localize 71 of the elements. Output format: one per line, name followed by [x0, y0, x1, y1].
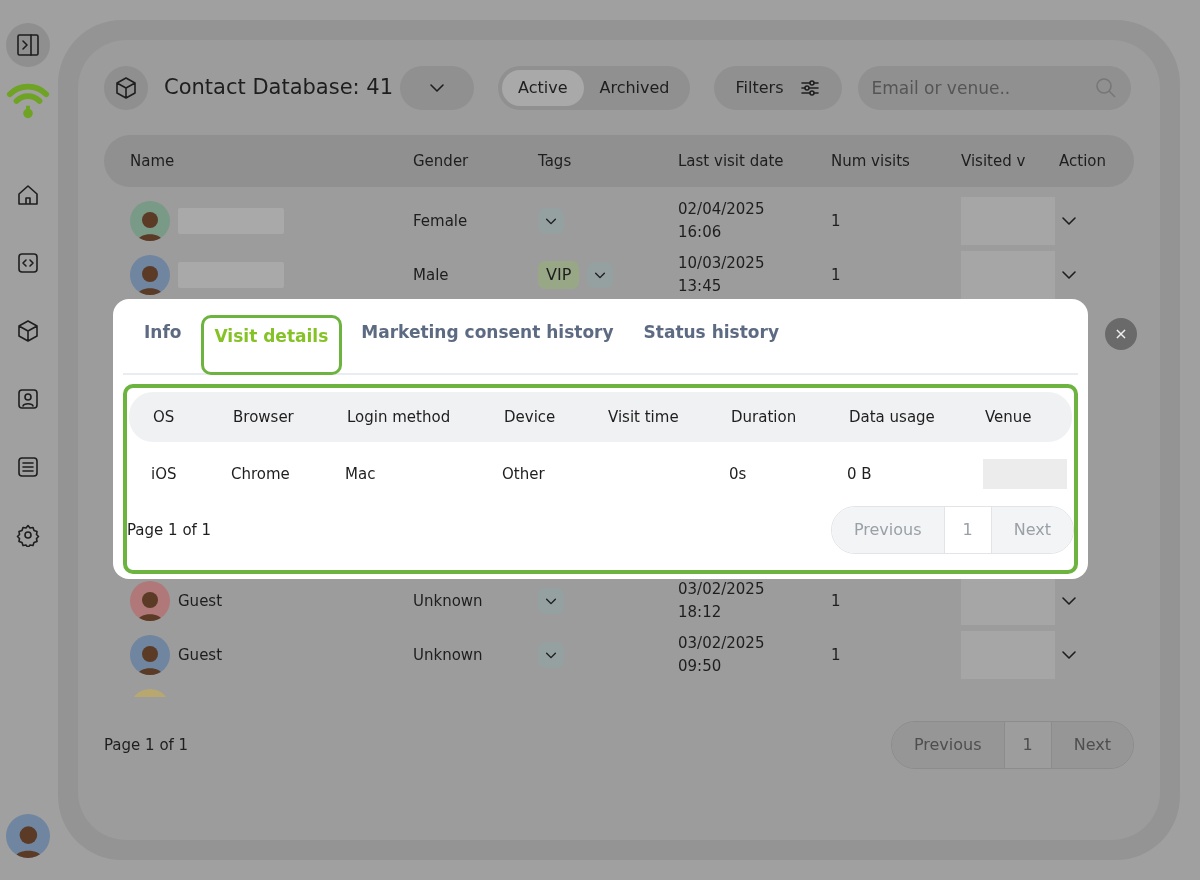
next-button[interactable]: Next — [991, 507, 1073, 553]
column-header: Name — [130, 150, 176, 172]
contact-card-icon[interactable] — [16, 387, 40, 411]
segment-tab[interactable]: Active — [502, 70, 584, 106]
column-header: Tags — [538, 150, 573, 172]
tags-dropdown-button[interactable] — [538, 208, 564, 234]
page-title: Contact Database: 41 — [164, 74, 395, 102]
page-info: Page 1 of 1 — [127, 519, 212, 541]
cube-icon — [114, 76, 138, 100]
column-header: Visit time — [608, 406, 680, 428]
settings-icon[interactable] — [16, 523, 40, 547]
column-header: Device — [504, 406, 557, 428]
column-header: Duration — [731, 406, 798, 428]
date-text: 10/03/2025 — [678, 252, 766, 274]
visits-count: 1 — [831, 264, 842, 286]
column-header: Data usage — [849, 406, 936, 428]
time-text: 09:50 — [678, 656, 723, 677]
sliders-icon — [799, 79, 820, 97]
segment-tab[interactable]: Archived — [583, 70, 686, 106]
column-header: Visited v — [961, 150, 1027, 172]
tags-dropdown-button[interactable] — [538, 588, 564, 614]
column-header: Last visit date — [678, 150, 785, 172]
table-cell-text: iOS — [151, 463, 178, 485]
user-avatar — [6, 814, 50, 858]
table-cell-text: 0 B — [847, 463, 873, 485]
date-text: 03/02/2025 — [678, 632, 766, 654]
gender-text: Female — [413, 210, 469, 232]
gender-text: Male — [413, 264, 450, 286]
time-text: 16:06 — [678, 222, 723, 243]
previous-button[interactable]: Previous — [891, 722, 1004, 768]
time-text: 18:12 — [678, 602, 723, 623]
page-number-button[interactable]: 1 — [943, 507, 992, 553]
table-cell-text: Chrome — [231, 463, 291, 485]
table-cell-text: Other — [502, 463, 546, 485]
table-cell-text: Mac — [345, 463, 377, 485]
cube-icon[interactable] — [16, 319, 40, 343]
dialog-tab[interactable]: Status history — [632, 313, 790, 375]
column-header: Login method — [347, 406, 452, 428]
previous-button[interactable]: Previous — [831, 507, 944, 553]
column-header: Action — [1059, 150, 1107, 172]
gender-text: Unknown — [413, 590, 484, 612]
tag: VIP — [538, 261, 580, 289]
filters-button[interactable]: Filters — [713, 66, 842, 110]
column-header: Venue — [985, 406, 1033, 428]
list-icon[interactable] — [16, 455, 40, 479]
code-icon[interactable] — [16, 251, 40, 275]
time-text: 13:45 — [678, 276, 723, 297]
dialog-tab[interactable]: Info — [133, 313, 193, 375]
column-header: Gender — [413, 150, 470, 172]
visits-count: 1 — [831, 210, 842, 232]
next-button[interactable]: Next — [1051, 722, 1133, 768]
search-icon — [1094, 77, 1117, 99]
visits-count: 1 — [831, 644, 842, 666]
page-number-button[interactable]: 1 — [1003, 722, 1052, 768]
visits-count: 1 — [831, 590, 842, 612]
sidebar-toggle-icon[interactable] — [16, 33, 40, 57]
date-text: 02/04/2025 — [678, 198, 766, 220]
column-header: OS — [153, 406, 176, 428]
column-header: Num visits — [831, 150, 911, 172]
page-info: Page 1 of 1 — [104, 734, 189, 756]
name-text: Guest — [178, 644, 223, 666]
search-field[interactable]: Email or venue.. — [857, 66, 1131, 110]
gender-text: Unknown — [413, 644, 484, 666]
home-icon[interactable] — [16, 183, 40, 207]
name-text: Guest — [178, 590, 223, 612]
dialog-tab[interactable]: Marketing consent history — [350, 313, 625, 375]
tags-dropdown-button[interactable] — [587, 262, 614, 288]
date-text: 03/02/2025 — [678, 578, 766, 600]
tags-dropdown-button[interactable] — [538, 642, 564, 668]
table-cell-text: 0s — [729, 463, 748, 485]
column-header: Browser — [233, 406, 295, 428]
